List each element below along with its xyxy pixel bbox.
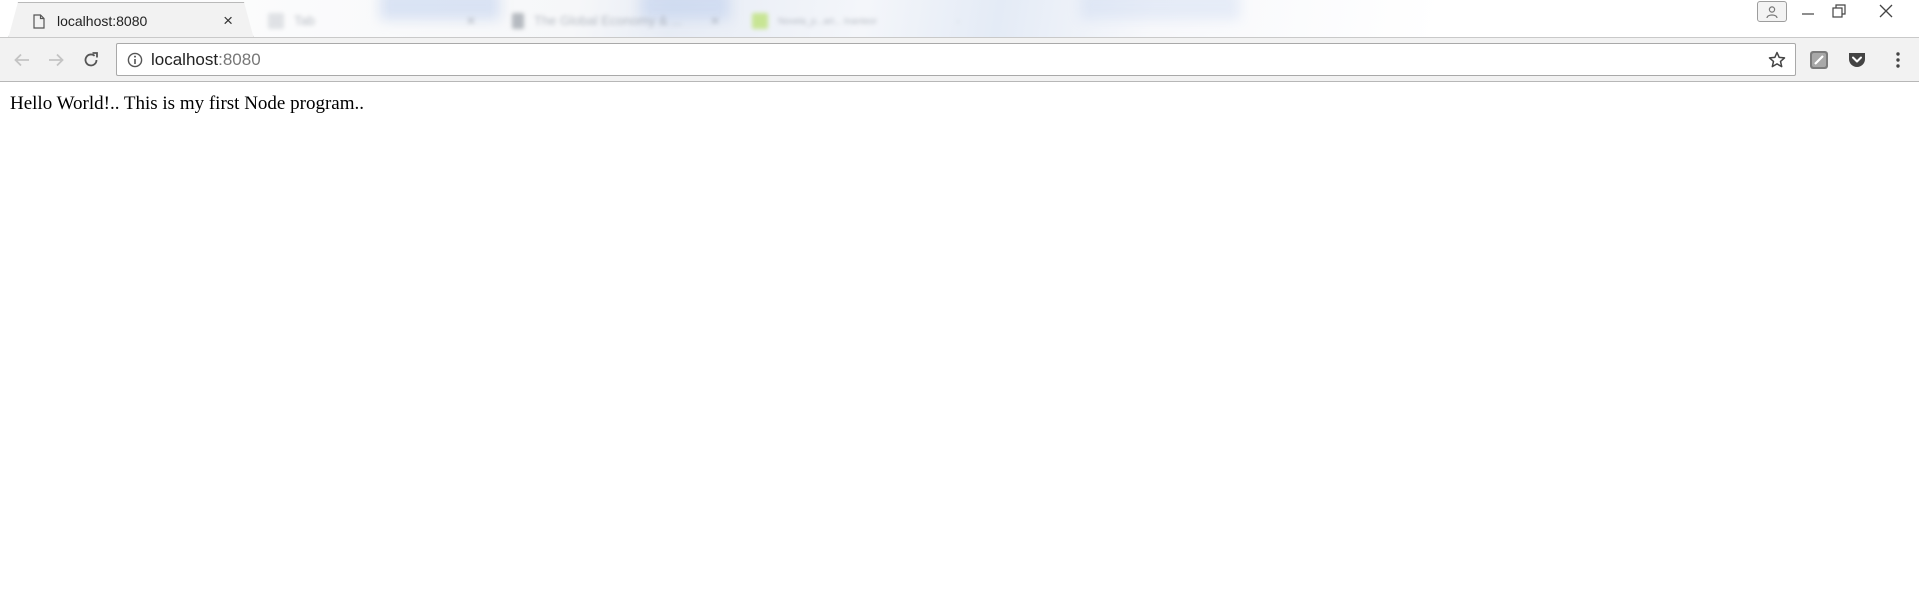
tab-background[interactable]: Novela_p...art... Inanteor · [742,2,974,37]
tab-title: localhost:8080 [57,13,148,29]
background-blur [1080,0,1240,20]
tab-close-icon[interactable]: × [223,12,233,29]
url-port: :8080 [218,49,261,69]
tab-close-icon[interactable]: ✕ [710,14,734,28]
arrow-right-icon [49,53,64,67]
page-body-text: Hello World!.. This is my first Node pro… [10,93,364,114]
title-bar: localhost:8080 × Tab ✕ The Global Econom… [0,0,1919,38]
tab-title: The Global Economy & ... [534,13,683,28]
kebab-menu-icon[interactable] [1887,49,1909,71]
minimize-button[interactable] [1793,0,1823,22]
minimize-icon [1802,13,1814,15]
reload-icon [84,52,98,67]
document-favicon [512,12,524,29]
window-close-button[interactable] [1860,0,1912,22]
url-host: localhost [151,49,219,69]
blank-favicon [268,12,284,29]
browser-toolbar: localhost:8080 [0,38,1919,82]
tab-title: Novela_p...art... Inanteor [778,15,878,26]
address-bar[interactable]: localhost:8080 [116,43,1796,76]
person-icon [1766,5,1778,18]
info-icon[interactable] [126,51,144,69]
arrow-left-icon [14,53,29,67]
restore-icon [1832,4,1846,18]
extension-icon[interactable] [1808,49,1830,71]
sheet-favicon [752,12,768,29]
page-viewport: Hello World!.. This is my first Node pro… [0,83,1919,598]
tab-close-icon[interactable]: · [956,14,974,28]
page-icon [33,14,45,29]
star-icon[interactable] [1767,50,1787,70]
tab-close-icon[interactable]: ✕ [466,14,490,28]
close-icon [1879,4,1893,18]
tab-background[interactable]: Tab ✕ [258,2,490,37]
profile-button[interactable] [1757,1,1787,22]
reload-button[interactable] [79,48,103,72]
tab-localhost[interactable]: localhost:8080 × [8,2,254,38]
back-button[interactable] [10,48,34,72]
tab-title: Tab [294,13,315,28]
restore-button[interactable] [1823,0,1855,22]
tab-background[interactable]: The Global Economy & ... ✕ [502,2,734,37]
forward-button[interactable] [44,48,68,72]
pocket-icon[interactable] [1846,49,1868,71]
